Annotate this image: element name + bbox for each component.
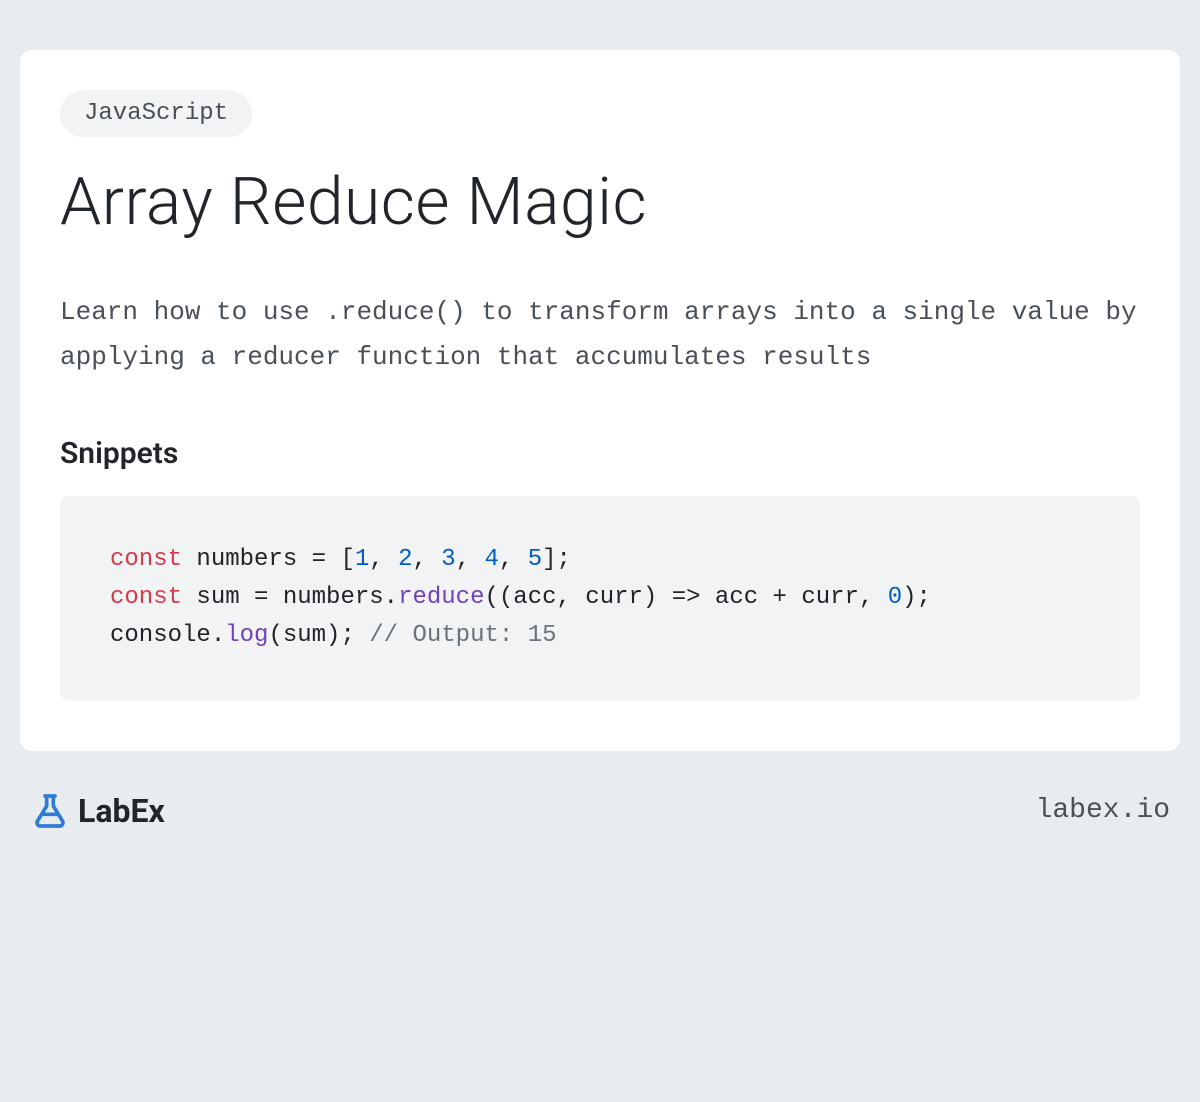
code-text: sum = numbers. <box>182 584 398 611</box>
footer-url: labex.io <box>1036 795 1170 826</box>
code-number: 2 <box>398 546 412 573</box>
code-text: numbers = [ <box>182 546 355 573</box>
code-method: log <box>225 622 268 649</box>
code-snippet: const numbers = [1, 2, 3, 4, 5]; const s… <box>60 496 1140 701</box>
snippets-heading: Snippets <box>60 436 1140 471</box>
footer: LabEx labex.io <box>20 791 1180 831</box>
code-number: 4 <box>485 546 499 573</box>
code-number: 0 <box>888 584 902 611</box>
code-number: 3 <box>441 546 455 573</box>
code-number: 5 <box>528 546 542 573</box>
code-comment: // Output: 15 <box>369 622 556 649</box>
language-tag: JavaScript <box>60 90 252 137</box>
logo-text: LabEx <box>78 792 165 830</box>
logo: LabEx <box>30 791 165 831</box>
page-title: Array Reduce Magic <box>60 167 1140 240</box>
code-text: ((acc, curr) => acc + curr, <box>484 584 887 611</box>
flask-icon <box>30 791 70 831</box>
code-text: ); <box>902 584 931 611</box>
code-text: , <box>412 546 441 573</box>
code-text: , <box>499 546 528 573</box>
code-keyword: const <box>110 546 182 573</box>
code-text: (sum); <box>268 622 369 649</box>
code-method: reduce <box>398 584 484 611</box>
code-text: ]; <box>542 546 571 573</box>
code-text: console. <box>110 622 225 649</box>
code-number: 1 <box>355 546 369 573</box>
code-text: , <box>456 546 485 573</box>
content-card: JavaScript Array Reduce Magic Learn how … <box>20 50 1180 751</box>
code-text: , <box>369 546 398 573</box>
code-keyword: const <box>110 584 182 611</box>
description-text: Learn how to use .reduce() to transform … <box>60 290 1140 381</box>
